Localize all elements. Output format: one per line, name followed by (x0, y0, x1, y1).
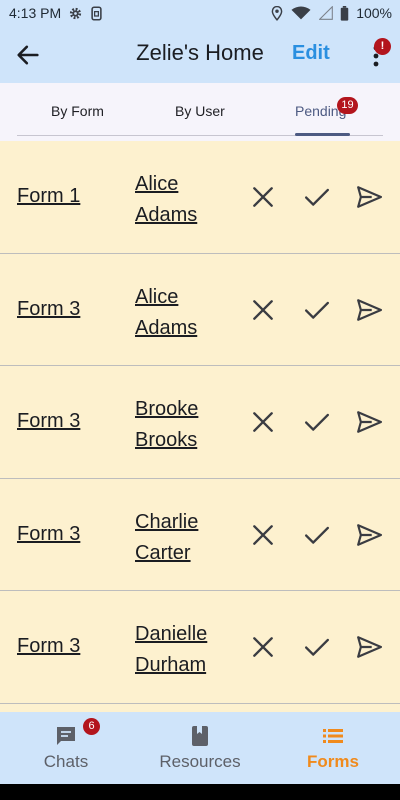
table-row: Form 3 Charlie Carter (0, 478, 400, 591)
page-title: Zelie's Home (136, 40, 264, 65)
user-link[interactable]: Alice Adams (135, 169, 235, 231)
user-link[interactable]: Brooke Brooks (135, 394, 235, 456)
send-icon[interactable] (356, 184, 382, 210)
pending-count-badge: 19 (337, 97, 358, 114)
table-row: Form 3 Danielle Durham (0, 591, 400, 704)
system-navigation-bar (0, 784, 400, 800)
table-row: Form 3 Brooke Brooks (0, 366, 400, 479)
reject-x-icon[interactable] (250, 409, 276, 435)
form-link[interactable]: Form 3 (17, 298, 80, 321)
location-icon (271, 5, 283, 21)
app-bar: Zelie's Home Edit (0, 26, 400, 83)
send-icon[interactable] (356, 409, 382, 435)
list-icon (323, 729, 343, 743)
user-link[interactable]: Danielle Durham (135, 619, 235, 681)
table-row: Form 1 Alice Adams (0, 141, 400, 254)
sim-card-icon (91, 5, 102, 21)
nav-label: Resources (159, 752, 241, 771)
approve-check-icon[interactable] (304, 184, 330, 210)
nav-chats[interactable]: 6 Chats (16, 712, 116, 784)
nav-resources[interactable]: Resources (148, 712, 252, 784)
nav-forms[interactable]: Forms (283, 712, 383, 784)
status-time: 4:13 PM (9, 5, 62, 21)
form-link[interactable]: Form 3 (17, 410, 80, 433)
signal-icon (319, 6, 334, 20)
form-link[interactable]: Form 3 (17, 523, 80, 546)
active-tab-indicator (295, 133, 350, 136)
nav-label: Forms (307, 752, 359, 771)
battery-percent: 100% (356, 5, 392, 21)
edit-button[interactable]: Edit (292, 42, 330, 65)
nav-label: Chats (43, 752, 89, 771)
approve-check-icon[interactable] (304, 634, 330, 660)
battery-icon (340, 5, 349, 21)
approve-check-icon[interactable] (304, 522, 330, 548)
approve-check-icon[interactable] (304, 409, 330, 435)
user-link[interactable]: Alice Adams (135, 282, 235, 344)
chat-icon (57, 727, 75, 745)
settings-gear-icon (70, 7, 82, 19)
tab-by-user[interactable]: By User (175, 103, 225, 119)
chats-count-badge: 6 (83, 718, 100, 735)
screen: 4:13 PM 100% Zelie's Home Edit ! By Form… (0, 0, 400, 800)
pending-list: Form 1 Alice Adams Form 3 Alice Adams Fo… (0, 141, 400, 704)
reject-x-icon[interactable] (250, 297, 276, 323)
form-link[interactable]: Form 3 (17, 635, 80, 658)
alert-badge: ! (374, 38, 391, 55)
send-icon[interactable] (356, 634, 382, 660)
status-bar: 4:13 PM 100% (0, 0, 400, 26)
form-link[interactable]: Form 1 (17, 185, 80, 208)
approve-check-icon[interactable] (304, 297, 330, 323)
tab-bar: By Form By User Pending 19 (0, 83, 400, 141)
table-row: Form 3 Alice Adams (0, 253, 400, 366)
book-icon (192, 726, 208, 746)
reject-x-icon[interactable] (250, 634, 276, 660)
tab-by-form[interactable]: By Form (51, 103, 104, 119)
reject-x-icon[interactable] (250, 522, 276, 548)
send-icon[interactable] (356, 297, 382, 323)
user-link[interactable]: Charlie Carter (135, 507, 235, 569)
send-icon[interactable] (356, 522, 382, 548)
wifi-icon (291, 6, 311, 19)
bottom-nav: 6 Chats Resources Forms (0, 712, 400, 784)
reject-x-icon[interactable] (250, 184, 276, 210)
